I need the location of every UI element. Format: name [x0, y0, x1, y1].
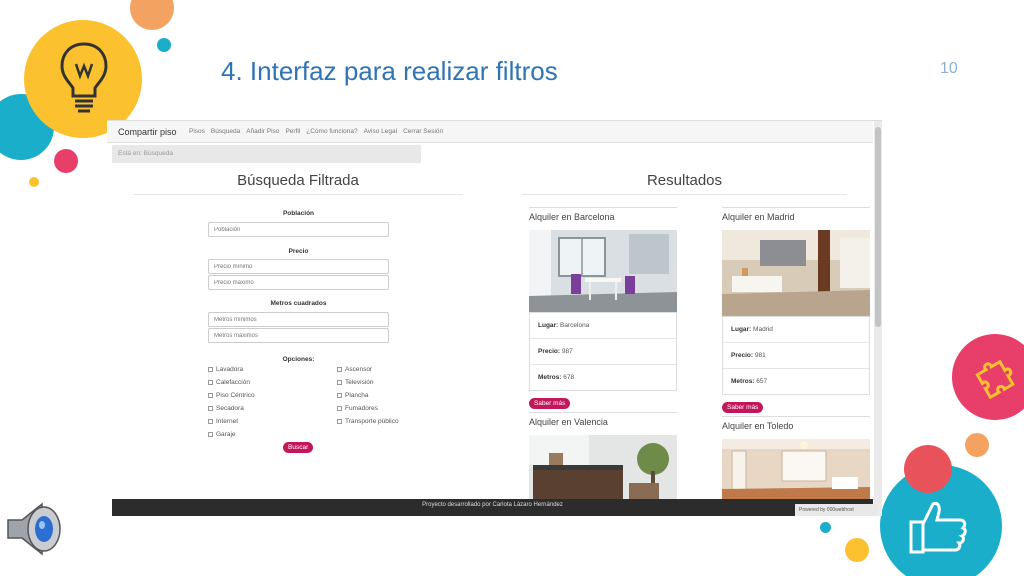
deco-dot-teal-top	[157, 38, 171, 52]
room-photo-barcelona	[529, 230, 677, 312]
nav-item-pisos[interactable]: Pisos	[189, 128, 205, 135]
checkbox[interactable]	[337, 393, 342, 398]
nav-item-perfil[interactable]: Perfil	[285, 128, 300, 135]
precio-label: Precio	[288, 248, 309, 255]
deco-circle-red-overlap	[904, 445, 952, 493]
metros-row: Metros: 678	[538, 374, 575, 381]
checkbox[interactable]	[337, 367, 342, 372]
precio-min-input[interactable]	[208, 259, 389, 274]
checkbox[interactable]	[208, 432, 213, 437]
info-barcelona: Lugar: Barcelona Precio: 987 Metros: 678	[529, 312, 677, 391]
lightbulb-icon	[56, 40, 112, 116]
navbar: Compartir piso Pisos Búsqueda Añadir Pis…	[107, 121, 873, 143]
page-scrollbar[interactable]	[874, 121, 882, 516]
option-plancha[interactable]: Plancha	[337, 392, 369, 399]
puzzle-icon	[972, 352, 1020, 400]
thumbs-up-icon	[908, 498, 970, 556]
checkbox[interactable]	[337, 406, 342, 411]
poblacion-input[interactable]	[208, 222, 389, 237]
photo-toledo[interactable]	[722, 439, 870, 499]
card-title-barcelona[interactable]: Alquiler en Barcelona	[529, 207, 677, 222]
precio-max-input[interactable]	[208, 275, 389, 290]
lugar-row: Lugar: Barcelona	[530, 313, 676, 339]
deco-dot-pink-left	[54, 149, 78, 173]
room-photo-toledo	[722, 439, 870, 499]
powered-by-badge[interactable]: Powered by 000webhost	[795, 504, 877, 516]
card-title-madrid[interactable]: Alquiler en Madrid	[722, 207, 870, 222]
option-transporte-publico[interactable]: Transporte público	[337, 418, 399, 425]
photo-barcelona[interactable]	[529, 230, 677, 312]
deco-circle-orange-top	[130, 0, 174, 30]
precio-row: Precio: 987	[530, 339, 676, 365]
metros-max-input[interactable]	[208, 328, 389, 343]
precio-row: Precio: 981	[723, 343, 869, 369]
room-photo-madrid	[722, 230, 870, 316]
page-number: 10	[940, 60, 958, 77]
deco-dot-teal-small	[820, 522, 831, 533]
deco-dot-orange-right	[965, 433, 989, 457]
info-madrid: Lugar: Madrid Precio: 981 Metros: 657	[722, 316, 870, 395]
room-photo-valencia	[529, 435, 677, 499]
slide-title: 4. Interfaz para realizar filtros	[221, 56, 558, 86]
scrollbar-thumb[interactable]	[875, 127, 881, 327]
nav-item-como-funciona[interactable]: ¿Cómo funciona?	[306, 128, 357, 135]
footer-text: Proyecto desarrollado por Carlota Lázaro…	[422, 502, 563, 508]
lugar-row: Lugar: Madrid	[723, 317, 869, 343]
metros-label: Metros cuadrados	[270, 300, 327, 307]
nav-item-cerrar-sesion[interactable]: Cerrar Sesión	[403, 128, 443, 135]
opciones-label: Opciones:	[282, 356, 315, 363]
saber-mas-button-madrid[interactable]: Saber más	[722, 402, 764, 413]
deco-dot-yellow-bottom	[845, 538, 869, 562]
option-ascensor[interactable]: Ascensor	[337, 366, 372, 373]
nav-item-aviso-legal[interactable]: Aviso Legal	[364, 128, 398, 135]
option-television[interactable]: Televisión	[337, 379, 374, 386]
poblacion-label: Población	[282, 210, 315, 217]
results-title: Resultados	[522, 172, 847, 195]
checkbox[interactable]	[337, 419, 342, 424]
metros-row: Metros: 657	[731, 378, 768, 385]
option-fumadores[interactable]: Fumadores	[337, 405, 378, 412]
speaker-icon[interactable]	[4, 498, 66, 560]
metros-min-input[interactable]	[208, 312, 389, 327]
card-title-valencia[interactable]: Alquiler en Valencia	[529, 412, 677, 427]
nav-links: Pisos Búsqueda Añadir Piso Perfil ¿Cómo …	[189, 128, 443, 135]
footer: Proyecto desarrollado por Carlota Lázaro…	[112, 499, 873, 516]
checkbox[interactable]	[208, 380, 213, 385]
option-calefaccion[interactable]: Calefacción	[208, 379, 250, 386]
saber-mas-button-barcelona[interactable]: Saber más	[529, 398, 571, 409]
option-garaje[interactable]: Garaje	[208, 431, 236, 438]
nav-item-busqueda[interactable]: Búsqueda	[211, 128, 240, 135]
search-title: Búsqueda Filtrada	[133, 172, 463, 195]
app-screenshot: Compartir piso Pisos Búsqueda Añadir Pis…	[107, 120, 882, 516]
breadcrumb: Está en: Búsqueda	[112, 145, 421, 163]
deco-dot-yellow-left	[29, 177, 39, 187]
checkbox[interactable]	[208, 419, 213, 424]
option-internet[interactable]: Internet	[208, 418, 238, 425]
photo-madrid[interactable]	[722, 230, 870, 316]
brand-link[interactable]: Compartir piso	[118, 127, 177, 137]
checkbox[interactable]	[208, 393, 213, 398]
option-piso-centrico[interactable]: Piso Céntrico	[208, 392, 255, 399]
buscar-button[interactable]: Buscar	[283, 442, 314, 453]
option-lavadora[interactable]: Lavadora	[208, 366, 243, 373]
checkbox[interactable]	[337, 380, 342, 385]
checkbox[interactable]	[208, 367, 213, 372]
nav-item-anadir-piso[interactable]: Añadir Piso	[246, 128, 279, 135]
option-secadora[interactable]: Secadora	[208, 405, 244, 412]
card-title-toledo[interactable]: Alquiler en Toledo	[722, 416, 870, 431]
checkbox[interactable]	[208, 406, 213, 411]
photo-valencia[interactable]	[529, 435, 677, 499]
